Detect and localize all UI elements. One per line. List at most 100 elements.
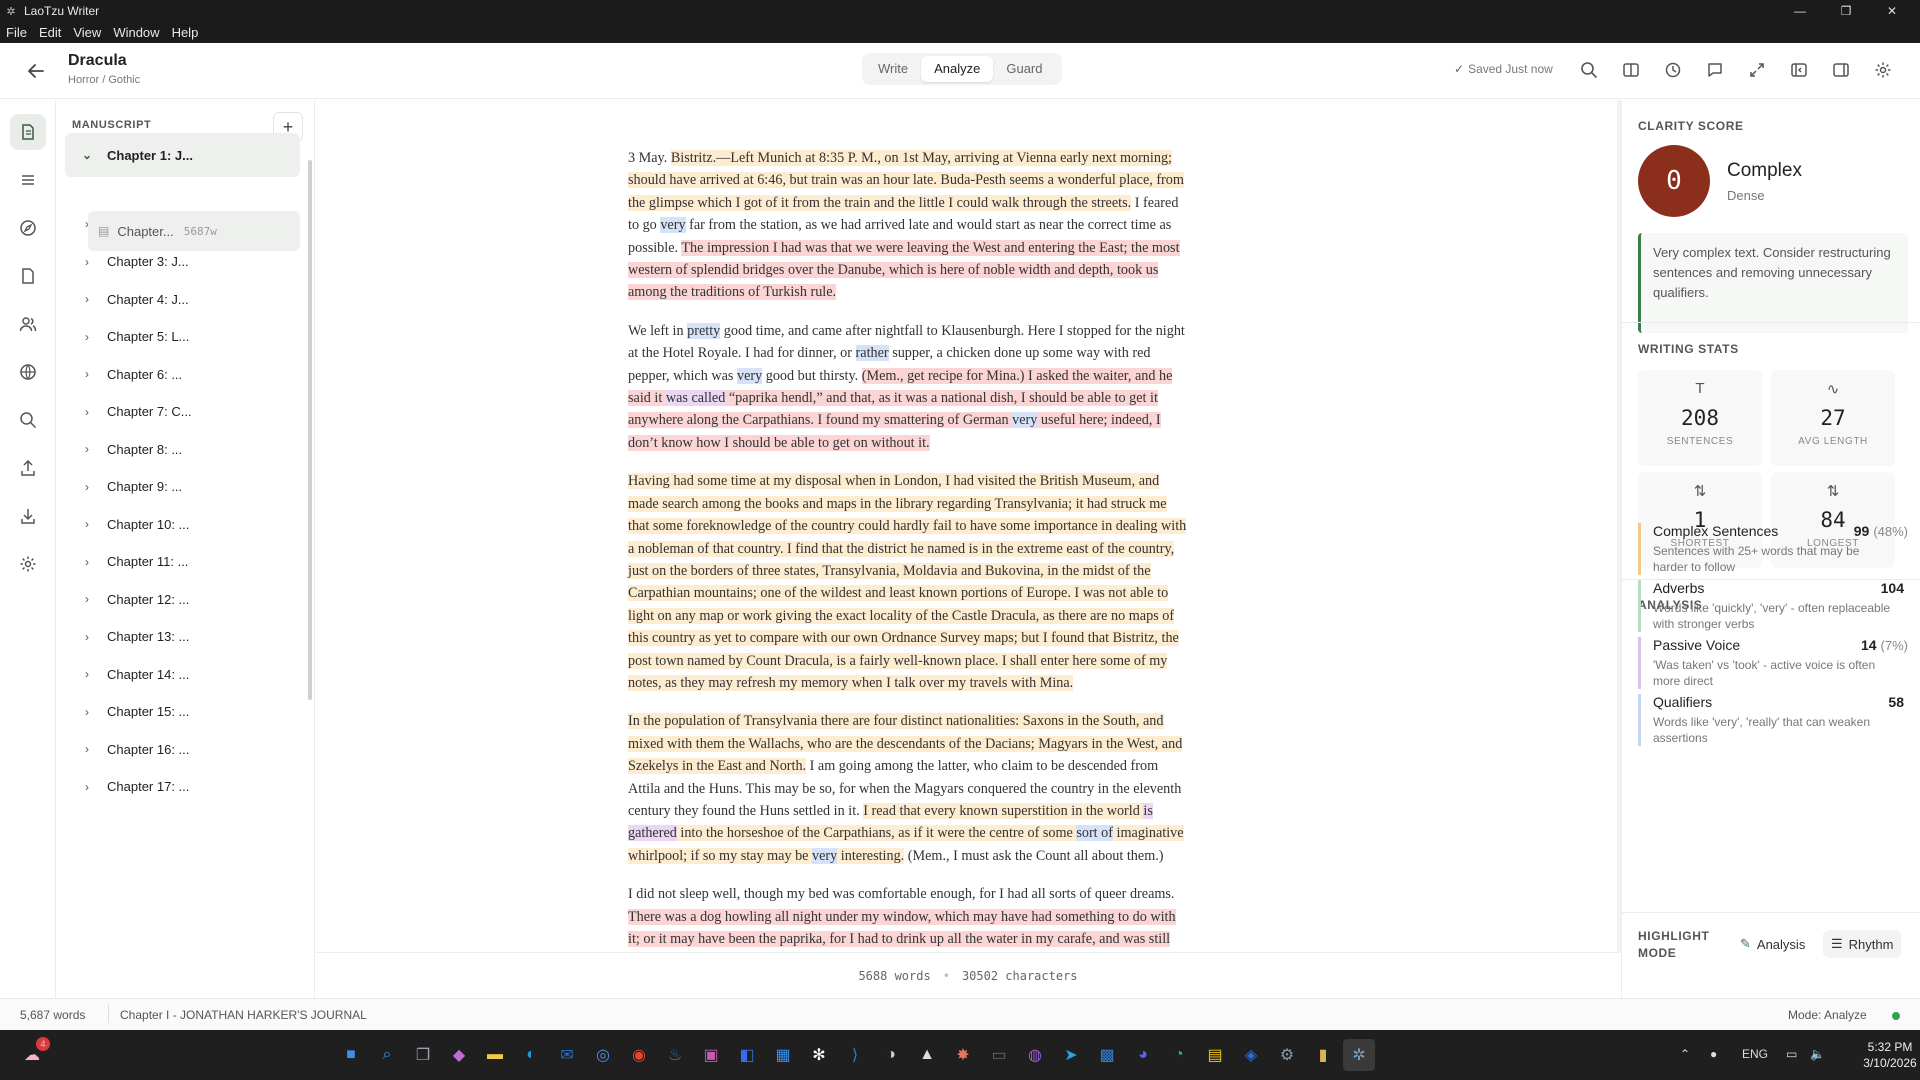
github-icon[interactable]: ◍ xyxy=(1019,1039,1051,1071)
clarity-sublabel: Dense xyxy=(1727,188,1765,203)
analysis-item[interactable]: Qualifiers 58 Words like 'very', 'really' … xyxy=(1638,694,1908,746)
manuscript-icon[interactable] xyxy=(10,114,46,150)
outline-icon[interactable] xyxy=(10,162,46,198)
menu-bar: File Edit View Window Help xyxy=(0,22,1920,43)
copilot-icon[interactable]: ◆ xyxy=(443,1039,475,1071)
chrome-icon[interactable]: ◉ xyxy=(623,1039,655,1071)
tray-chevron-icon[interactable]: ⌃ xyxy=(1680,1047,1690,1061)
photos-icon[interactable]: ▩ xyxy=(1091,1039,1123,1071)
comment-icon[interactable] xyxy=(1702,57,1728,83)
manuscript-text[interactable]: 3 May. Bistritz.—Left Munich at 8:35 P. … xyxy=(628,147,1188,1056)
edge-icon[interactable]: ◐ xyxy=(515,1039,547,1071)
search-icon[interactable]: ⌕ xyxy=(371,1039,403,1071)
menu-view[interactable]: View xyxy=(67,25,107,40)
notes-app-icon[interactable]: ▣ xyxy=(695,1039,727,1071)
chapter-section-item[interactable]: ▤ Chapter... 5687w xyxy=(88,211,300,251)
app-icon[interactable]: ◑ xyxy=(875,1039,907,1071)
search-icon[interactable] xyxy=(1576,57,1602,83)
import-icon[interactable] xyxy=(10,498,46,534)
manuscript-paragraph[interactable]: In the population of Transylvania there … xyxy=(628,710,1188,867)
editor-area[interactable]: 3 May. Bistritz.—Left Munich at 8:35 P. … xyxy=(316,100,1621,1037)
app-icon[interactable]: ◧ xyxy=(731,1039,763,1071)
laotzu-icon[interactable]: ✲ xyxy=(1343,1039,1375,1071)
compass-icon[interactable] xyxy=(10,210,46,246)
document-header: Dracula Horror / Gothic Write Analyze Gu… xyxy=(0,43,1920,99)
chapter-label: Chapter 1: J... xyxy=(107,147,193,163)
menu-edit[interactable]: Edit xyxy=(33,25,67,40)
chatgpt-icon[interactable]: ✻ xyxy=(803,1039,835,1071)
telegram-icon[interactable]: ➤ xyxy=(1055,1039,1087,1071)
vscode-icon[interactable]: ⟩ xyxy=(839,1039,871,1071)
settings-icon[interactable] xyxy=(10,546,46,582)
notepad-icon[interactable]: ▤ xyxy=(1199,1039,1231,1071)
steam-icon[interactable]: ♨ xyxy=(659,1039,691,1071)
characters-icon[interactable] xyxy=(10,306,46,342)
task-view-icon[interactable]: ❐ xyxy=(407,1039,439,1071)
settings-icon[interactable] xyxy=(1870,57,1896,83)
claude-icon[interactable]: ✸ xyxy=(947,1039,979,1071)
chevron-right-icon: › xyxy=(85,742,89,756)
analysis-item[interactable]: Complex Sentences 99 (48%) Sentences with 2… xyxy=(1638,523,1908,575)
chevron-right-icon: › xyxy=(85,667,89,681)
shield-icon[interactable]: ◈ xyxy=(1235,1039,1267,1071)
terminal-icon[interactable]: ▭ xyxy=(983,1039,1015,1071)
manuscript-paragraph[interactable]: We left in pretty good time, and came af… xyxy=(628,320,1188,454)
language-indicator[interactable]: ENG xyxy=(1742,1047,1768,1061)
settings-icon[interactable]: ⚙ xyxy=(1271,1039,1303,1071)
close-icon[interactable]: ✕ xyxy=(1872,0,1912,22)
right-panel-icon[interactable] xyxy=(1828,57,1854,83)
system-clock[interactable]: 5:32 PM 3/10/2026 xyxy=(1860,1039,1920,1071)
tab-guard[interactable]: Guard xyxy=(993,56,1055,82)
store-icon[interactable]: ▦ xyxy=(767,1039,799,1071)
windows-taskbar: ☁ 4 ■ ⌕ ❐ ◆ ▬ ◐ ✉ ◎ ◉ ♨ ▣ ◧ ▦ ✻ ⟩ ◑ ▲ ✸ ▭ ◍ ➤ ▩ ◕ ◔ ▤ ◈ ⚙ ▮ ✲ ⌃ ● ENG… xyxy=(0,1030,1920,1080)
clarity-heading: CLARITY SCORE xyxy=(1638,119,1744,133)
outlook-icon[interactable]: ✉ xyxy=(551,1039,583,1071)
file-explorer-icon[interactable]: ▬ xyxy=(479,1039,511,1071)
tray-app-icon[interactable]: ● xyxy=(1710,1047,1717,1061)
back-arrow-icon[interactable] xyxy=(26,61,50,81)
display-icon[interactable]: ▭ xyxy=(1786,1047,1797,1061)
highlighted-text: rather xyxy=(855,345,889,362)
manuscript-paragraph[interactable]: 3 May. Bistritz.—Left Munich at 8:35 P. … xyxy=(628,147,1188,304)
windows-start-icon[interactable]: ■ xyxy=(335,1039,367,1071)
analysis-count: 58 xyxy=(1888,694,1908,710)
history-icon[interactable] xyxy=(1660,57,1686,83)
stat-value: 208 xyxy=(1681,406,1719,430)
tab-write[interactable]: Write xyxy=(865,56,921,82)
sidebar-chapter-item[interactable]: › Chapter 17: ... xyxy=(65,765,300,809)
restore-icon[interactable]: ❐ xyxy=(1826,0,1866,22)
notes-icon[interactable] xyxy=(10,258,46,294)
left-panel-icon[interactable] xyxy=(1786,57,1812,83)
world-icon[interactable] xyxy=(10,354,46,390)
split-view-icon[interactable] xyxy=(1618,57,1644,83)
sidebar-scrollbar[interactable] xyxy=(308,160,312,700)
menu-help[interactable]: Help xyxy=(166,25,205,40)
minimize-icon[interactable]: — xyxy=(1780,0,1820,22)
menu-file[interactable]: File xyxy=(0,25,33,40)
volume-icon[interactable]: 🔈 xyxy=(1810,1047,1825,1061)
chapter-label: Chapter 16: ... xyxy=(107,741,190,757)
highlight-rhythm-button[interactable]: ☰ Rhythm xyxy=(1823,930,1902,958)
fullscreen-icon[interactable] xyxy=(1744,57,1770,83)
export-icon[interactable] xyxy=(10,450,46,486)
analysis-item[interactable]: Adverbs 104 Words like 'quickly', 'very' -… xyxy=(1638,580,1908,632)
window-title: LaoTzu Writer xyxy=(24,4,100,18)
chevron-right-icon: › xyxy=(85,292,89,306)
window-titlebar: ✲ LaoTzu Writer — ❐ ✕ xyxy=(0,0,1920,22)
sidebar-chapter-item[interactable]: ⌄ Chapter 1: J... xyxy=(65,133,300,177)
app-icon[interactable]: ▲ xyxy=(911,1039,943,1071)
tab-analyze[interactable]: Analyze xyxy=(921,56,994,82)
analysis-item[interactable]: Passive Voice 14 (7%) 'Was taken' vs 'took'… xyxy=(1638,637,1908,689)
wechat-icon[interactable]: ◔ xyxy=(1163,1039,1195,1071)
chapter-label: Chapter 12: ... xyxy=(107,591,190,607)
app-icon[interactable]: ▮ xyxy=(1307,1039,1339,1071)
manuscript-paragraph[interactable]: Having had some time at my disposal when… xyxy=(628,470,1188,694)
weather-widget-icon[interactable]: ☁ 4 xyxy=(16,1037,50,1071)
menu-window[interactable]: Window xyxy=(107,25,165,40)
search-icon[interactable] xyxy=(10,402,46,438)
discord-icon[interactable]: ◕ xyxy=(1127,1039,1159,1071)
highlight-analysis-button[interactable]: ✎ Analysis xyxy=(1732,930,1813,958)
app-icon[interactable]: ◎ xyxy=(587,1039,619,1071)
chevron-right-icon: › xyxy=(85,554,89,569)
save-status: ✓ Saved Just now xyxy=(1454,62,1553,76)
